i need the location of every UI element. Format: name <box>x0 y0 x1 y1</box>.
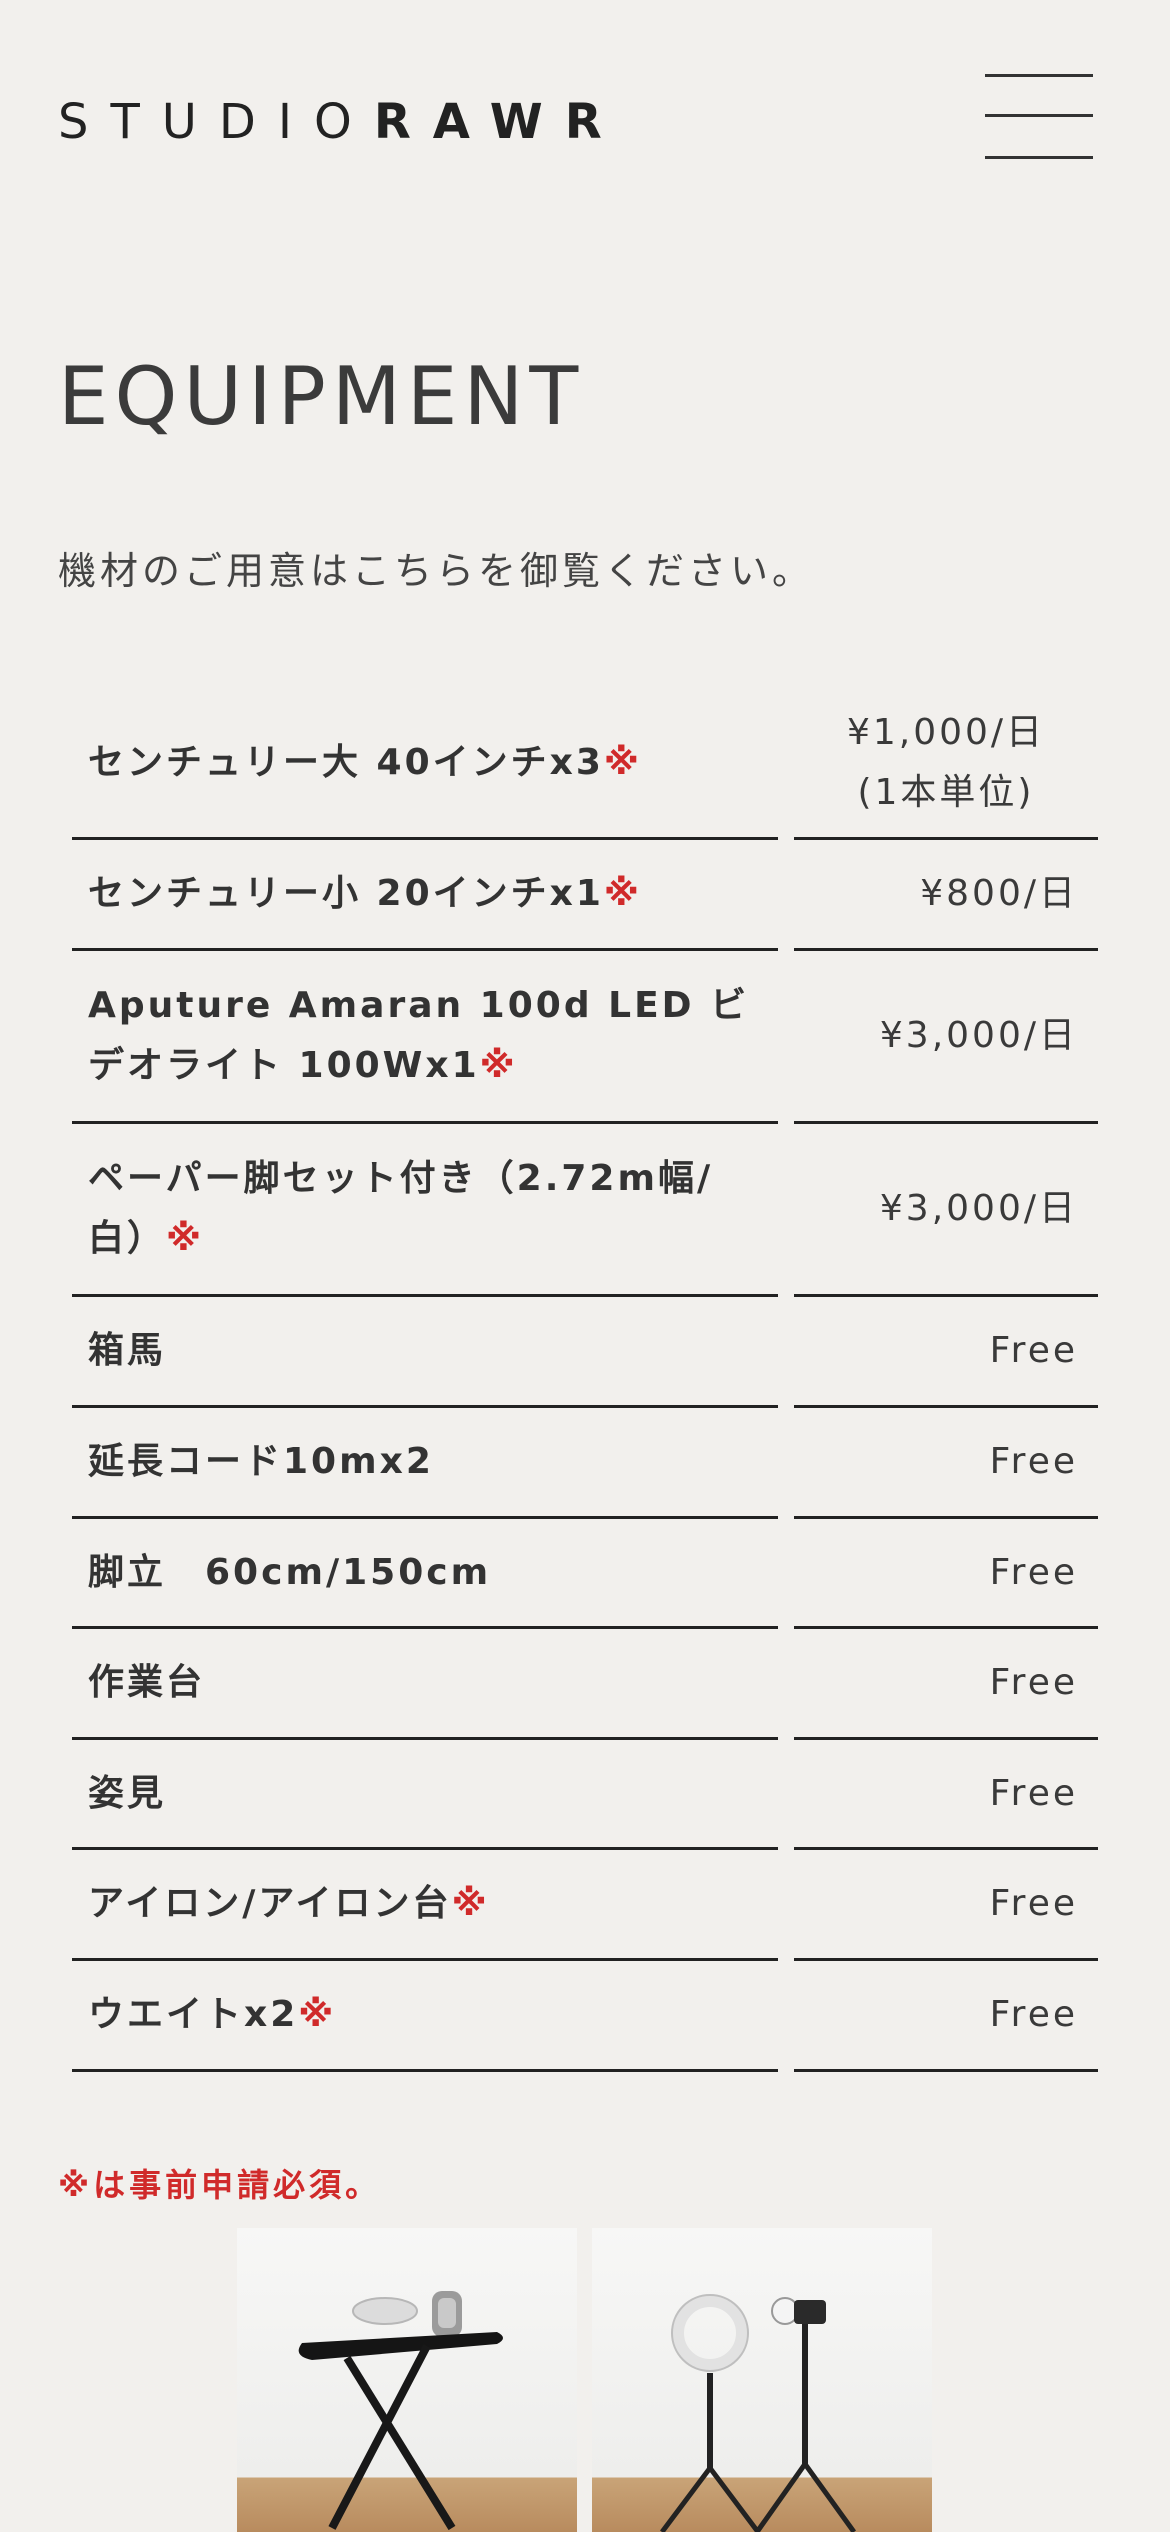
equipment-name: ウエイトx2 <box>88 1994 299 2035</box>
equipment-name-cell: 箱馬 <box>72 1297 778 1408</box>
equipment-row: 作業台 Free <box>72 1629 1098 1740</box>
equipment-price: Free <box>794 1519 1098 1629</box>
required-mark: ※ <box>298 1994 337 2035</box>
equipment-price: ¥3,000/日 <box>794 1124 1098 1297</box>
equipment-price: ¥800/日 <box>794 840 1098 951</box>
required-mark: ※ <box>166 1218 205 1259</box>
equipment-price: ¥3,000/日 <box>794 951 1098 1124</box>
equipment-name-cell: 脚立 60cm/150cm <box>72 1519 778 1629</box>
logo-studio: STUDIO <box>58 94 374 150</box>
equipment-price: Free <box>794 1961 1098 2072</box>
equipment-name: 脚立 60cm/150cm <box>88 1551 492 1593</box>
required-note: ※は事前申請必須。 <box>58 2166 382 2204</box>
required-mark: ※ <box>479 1045 518 1086</box>
equipment-name: Aputure Amaran 100d LED ビデオライト 100Wx1 <box>88 985 750 1086</box>
equipment-row: センチュリー大 40インチx3※ ¥1,000/日 (1本単位) <box>72 688 1098 840</box>
equipment-name-cell: センチュリー大 40インチx3※ <box>72 688 778 840</box>
equipment-row: 脚立 60cm/150cm Free <box>72 1519 1098 1629</box>
equipment-price: Free <box>794 1740 1098 1850</box>
site-header: STUDIORAWR <box>0 0 1170 220</box>
equipment-name-cell: ウエイトx2※ <box>72 1961 778 2072</box>
equipment-price: Free <box>794 1629 1098 1740</box>
equipment-name: センチュリー小 20インチx1 <box>88 873 604 914</box>
equipment-name-cell: ペーパー脚セット付き（2.72m幅/白）※ <box>72 1124 778 1297</box>
equipment-price: Free <box>794 1408 1098 1519</box>
menu-line <box>985 114 1093 117</box>
logo-rawr: RAWR <box>373 94 624 150</box>
required-mark: ※ <box>451 1883 490 1924</box>
ironing-board-illustration <box>298 2291 503 2531</box>
lighting-stands-photo <box>592 2228 932 2532</box>
site-logo[interactable]: STUDIORAWR <box>58 92 624 152</box>
equipment-row: ペーパー脚セット付き（2.72m幅/白）※ ¥3,000/日 <box>72 1124 1098 1297</box>
equipment-name: アイロン/アイロン台 <box>88 1883 452 1924</box>
equipment-row: 延長コード10mx2 Free <box>72 1408 1098 1519</box>
equipment-row: Aputure Amaran 100d LED ビデオライト 100Wx1※ ¥… <box>72 951 1098 1124</box>
equipment-name-cell: 延長コード10mx2 <box>72 1408 778 1519</box>
ironing-board-photo <box>237 2228 577 2532</box>
equipment-name-cell: アイロン/アイロン台※ <box>72 1850 778 1961</box>
menu-line <box>985 74 1093 77</box>
equipment-name: 箱馬 <box>88 1330 167 1371</box>
equipment-price: Free <box>794 1850 1098 1961</box>
equipment-price: ¥1,000/日 (1本単位) <box>794 688 1098 840</box>
equipment-row: センチュリー小 20インチx1※ ¥800/日 <box>72 840 1098 951</box>
lighting-stands-illustration <box>660 2294 857 2532</box>
equipment-name: センチュリー大 40インチx3 <box>88 741 604 783</box>
equipment-name: 作業台 <box>88 1662 206 1703</box>
equipment-row: ウエイトx2※ Free <box>72 1961 1098 2072</box>
equipment-name-cell: 作業台 <box>72 1629 778 1740</box>
equipment-table: センチュリー大 40インチx3※ ¥1,000/日 (1本単位) センチュリー小… <box>72 688 1098 2072</box>
equipment-price: Free <box>794 1297 1098 1408</box>
equipment-name: 姿見 <box>88 1772 167 1814</box>
equipment-name-cell: 姿見 <box>72 1740 778 1850</box>
equipment-row: アイロン/アイロン台※ Free <box>72 1850 1098 1961</box>
required-mark: ※ <box>603 741 642 783</box>
equipment-name-cell: センチュリー小 20インチx1※ <box>72 840 778 951</box>
equipment-name: 延長コード10mx2 <box>88 1441 434 1482</box>
menu-line <box>985 156 1093 159</box>
page-intro: 機材のご用意はこちらを御覧ください。 <box>58 549 815 593</box>
required-mark: ※ <box>603 873 642 914</box>
hamburger-menu-icon[interactable] <box>985 70 1095 162</box>
equipment-name-cell: Aputure Amaran 100d LED ビデオライト 100Wx1※ <box>72 951 778 1124</box>
page-title: EQUIPMENT <box>58 350 585 443</box>
equipment-row: 箱馬 Free <box>72 1297 1098 1408</box>
equipment-row: 姿見 Free <box>72 1740 1098 1850</box>
